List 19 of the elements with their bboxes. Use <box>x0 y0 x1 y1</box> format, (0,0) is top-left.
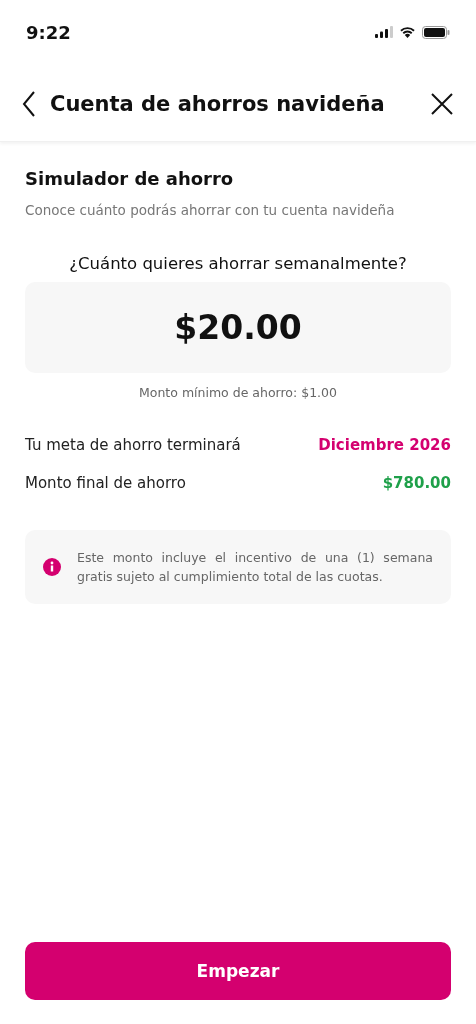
result-value: Diciembre 2026 <box>318 436 451 454</box>
amount-question: ¿Cuánto quieres ahorrar semanalmente? <box>68 254 408 273</box>
status-time: 9:22 <box>26 21 71 43</box>
result-label: Tu meta de ahorro terminará <box>25 436 241 454</box>
start-button[interactable]: Empezar <box>25 942 451 1000</box>
result-value: $780.00 <box>382 474 451 492</box>
signal-icon <box>375 26 393 38</box>
result-label: Monto final de ahorro <box>25 474 186 492</box>
section-title: Simulador de ahorro <box>25 168 235 189</box>
minimum-hint: Monto mínimo de ahorro: $1.00 <box>138 385 338 400</box>
close-button[interactable] <box>430 91 454 116</box>
back-button[interactable] <box>22 89 36 118</box>
page-title: Cuenta de ahorros navideña <box>50 91 386 116</box>
amount-field[interactable]: $20.00 <box>25 282 451 373</box>
section-subtitle: Conoce cuánto podrás ahorrar con tu cuenta navideña <box>25 202 396 218</box>
info-text: Este monto incluye el incentivo de una (1) semana gratis sujeto al cumplimiento total de las cuotas. <box>77 549 433 586</box>
info-icon <box>43 558 61 576</box>
wifi-icon <box>399 26 416 38</box>
battery-icon <box>422 25 450 39</box>
